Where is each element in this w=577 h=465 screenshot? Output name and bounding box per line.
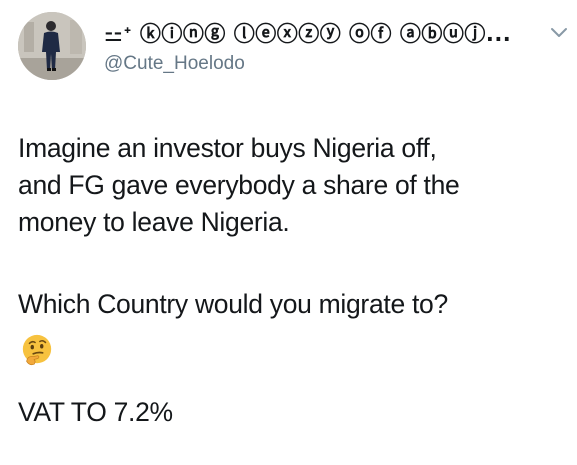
tweet-footer-line: VAT TO 7.2%: [18, 394, 566, 431]
author-handle[interactable]: @Cute_Hoelodo: [104, 52, 245, 76]
thinking-face-emoji: [22, 334, 52, 366]
user-avatar-photo: [18, 12, 86, 80]
tweet-text-line: money to leave Nigeria.: [18, 207, 290, 237]
chevron-down-icon[interactable]: [550, 26, 568, 40]
tweet-question-text: Which Country would you migrate to?: [18, 289, 448, 319]
tweet-footer-text: VAT TO 7.2%: [18, 397, 173, 427]
tweet-text-line: and FG gave everybody a share of the: [18, 170, 460, 200]
tweet-text-line: Imagine an investor buys Nigeria off,: [18, 133, 437, 163]
author-display-name[interactable]: ⚍ᐩ ⓚⓘⓝⓖ ⓛⓔⓧⓩⓨ ⓞⓕ ⓐⓑⓤⓙ...: [104, 20, 544, 48]
tweet-text-paragraph: Imagine an investor buys Nigeria off, an…: [18, 130, 566, 241]
tweet-card: ⚍ᐩ ⓚⓘⓝⓖ ⓛⓔⓧⓩⓨ ⓞⓕ ⓐⓑⓤⓙ... @Cute_Hoelodo I…: [0, 0, 577, 465]
tweet-question: Which Country would you migrate to?: [18, 286, 566, 323]
author-avatar[interactable]: [18, 12, 86, 80]
